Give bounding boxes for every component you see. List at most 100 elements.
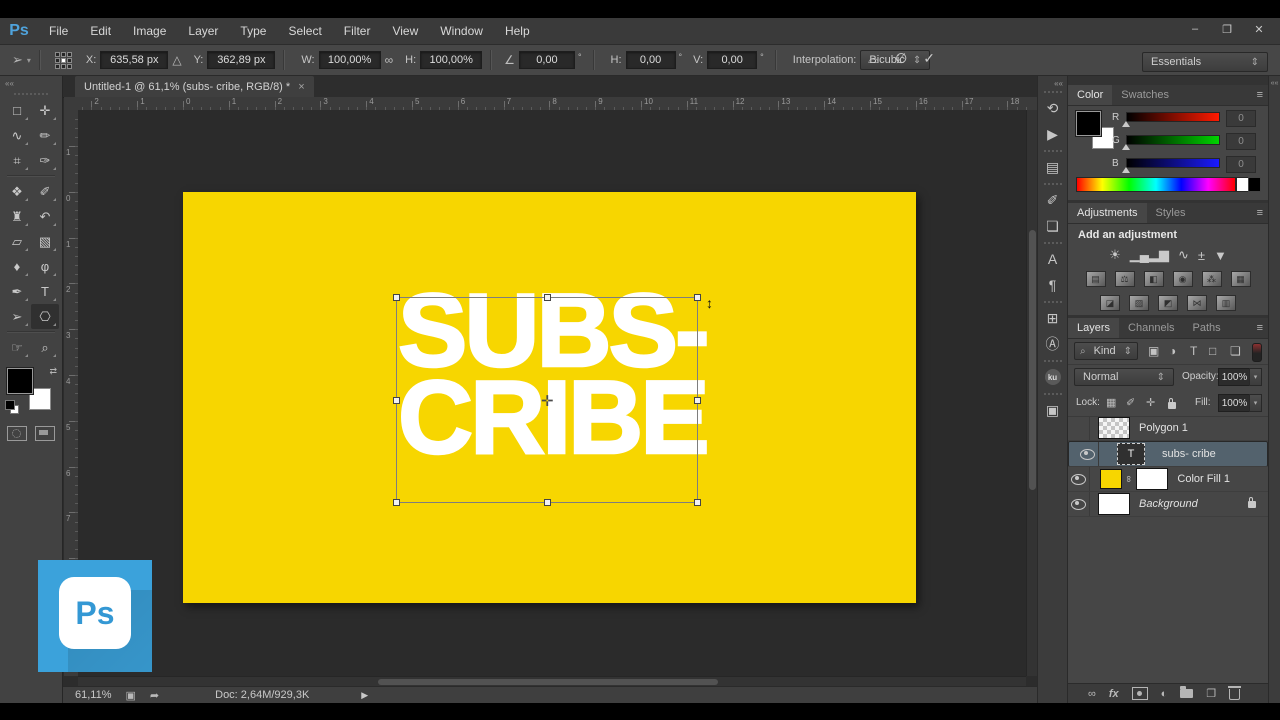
- menu-filter[interactable]: Filter: [333, 18, 382, 45]
- pen-tool[interactable]: ✒: [3, 279, 31, 304]
- brush-panel-icon[interactable]: ✐: [1038, 187, 1067, 213]
- opacity-input[interactable]: 100%: [1218, 368, 1251, 386]
- menu-view[interactable]: View: [381, 18, 429, 45]
- vibrance-icon[interactable]: ▼: [1214, 248, 1227, 263]
- blue-slider-marker[interactable]: [1122, 167, 1130, 173]
- color-lookup-icon[interactable]: ▦: [1230, 271, 1251, 287]
- move-tool[interactable]: ✛: [31, 98, 59, 123]
- green-slider[interactable]: [1126, 135, 1220, 145]
- actions-panel-icon[interactable]: ▶: [1038, 121, 1067, 147]
- h-skew-input[interactable]: 0,00: [625, 51, 676, 69]
- layer-filtering-toggle[interactable]: [1252, 343, 1262, 362]
- visibility-cell[interactable]: [1068, 492, 1090, 516]
- filter-shape-layers-icon[interactable]: □: [1209, 344, 1216, 358]
- layer-row-polygon-1[interactable]: Polygon 1: [1068, 416, 1268, 441]
- photo-filter-icon[interactable]: ◉: [1172, 271, 1193, 287]
- character-panel-icon[interactable]: A: [1038, 246, 1067, 272]
- transform-handle[interactable]: [393, 397, 400, 404]
- black-white-icon[interactable]: ◧: [1143, 271, 1164, 287]
- status-menu-arrow-icon[interactable]: ▶: [361, 690, 368, 701]
- clone-stamp-tool[interactable]: ♜: [3, 204, 31, 229]
- eye-icon[interactable]: [1071, 473, 1086, 485]
- visibility-cell[interactable]: [1068, 467, 1090, 491]
- posterize-icon[interactable]: ▨: [1129, 295, 1149, 311]
- new-group-icon[interactable]: [1180, 686, 1194, 698]
- paragraph-panel-icon[interactable]: ¶: [1038, 272, 1067, 298]
- layer-name[interactable]: Color Fill 1: [1177, 473, 1230, 485]
- transform-handle[interactable]: [393, 499, 400, 506]
- filter-type-layers-icon[interactable]: T: [1190, 344, 1197, 358]
- lock-image-pixels-icon[interactable]: ✐: [1126, 396, 1135, 409]
- curves-icon[interactable]: ∿: [1178, 247, 1189, 263]
- restore-button[interactable]: ❐: [1214, 21, 1240, 37]
- close-tab-icon[interactable]: ×: [298, 81, 304, 93]
- blur-tool[interactable]: ♦: [3, 254, 31, 279]
- menu-help[interactable]: Help: [494, 18, 541, 45]
- lock-position-icon[interactable]: ✛: [1146, 396, 1155, 409]
- maintain-aspect-ratio-icon[interactable]: ∞: [385, 53, 394, 67]
- path-selection-tool[interactable]: ➢: [3, 304, 31, 329]
- minimize-button[interactable]: –: [1182, 21, 1208, 37]
- menu-edit[interactable]: Edit: [79, 18, 122, 45]
- properties-panel-icon[interactable]: ▤: [1038, 154, 1067, 180]
- layer-name[interactable]: subs- cribe: [1162, 448, 1216, 460]
- visibility-cell[interactable]: [1077, 442, 1099, 466]
- tab-color[interactable]: Color: [1068, 85, 1113, 105]
- filter-adjustment-layers-icon[interactable]: ◑: [1169, 344, 1176, 358]
- hue-saturation-icon[interactable]: ▤: [1085, 271, 1106, 287]
- collapse-panels-icon[interactable]: ««: [1269, 76, 1280, 87]
- menu-window[interactable]: Window: [429, 18, 494, 45]
- zoom-tool[interactable]: ⌕: [31, 335, 59, 360]
- fill-input[interactable]: 100%: [1218, 394, 1251, 412]
- transform-handle[interactable]: [544, 499, 551, 506]
- new-adjustment-layer-icon[interactable]: ◐: [1161, 688, 1168, 700]
- blue-slider[interactable]: [1126, 158, 1220, 168]
- spectrum-black-swatch[interactable]: [1248, 177, 1261, 192]
- document-tab[interactable]: Untitled-1 @ 61,1% (subs- cribe, RGB/8) …: [75, 76, 314, 97]
- height-input[interactable]: 100,00%: [420, 51, 483, 69]
- eye-icon[interactable]: [1071, 498, 1086, 510]
- gradient-map-icon[interactable]: ⋈: [1187, 295, 1207, 311]
- filter-pixel-layers-icon[interactable]: ▣: [1148, 344, 1159, 358]
- x-input[interactable]: 635,58 px: [100, 51, 169, 69]
- visibility-cell[interactable]: [1068, 416, 1090, 440]
- character-styles-panel-icon[interactable]: Ⓐ: [1038, 331, 1067, 357]
- eyedropper-tool[interactable]: ✑: [31, 148, 59, 173]
- paint-bucket-tool[interactable]: ▧: [31, 229, 59, 254]
- tab-channels[interactable]: Channels: [1119, 318, 1183, 338]
- crop-tool[interactable]: ⌗: [3, 148, 31, 173]
- layer-name[interactable]: Background: [1139, 498, 1198, 510]
- v-skew-input[interactable]: 0,00: [707, 51, 758, 69]
- layer-row-background[interactable]: Background: [1068, 492, 1268, 517]
- tab-adjustments[interactable]: Adjustments: [1068, 203, 1147, 223]
- document-size-info[interactable]: Doc: 2,64M/929,3K: [215, 689, 309, 701]
- rectangular-marquee-tool[interactable]: □: [3, 98, 31, 123]
- relative-position-icon[interactable]: △: [172, 53, 181, 67]
- threshold-icon[interactable]: ◩: [1158, 295, 1178, 311]
- transform-handle[interactable]: [694, 397, 701, 404]
- menu-image[interactable]: Image: [122, 18, 177, 45]
- transform-handle[interactable]: [544, 294, 551, 301]
- rotation-input[interactable]: 0,00: [518, 51, 575, 69]
- swap-colors-icon[interactable]: ⇄: [49, 366, 57, 377]
- layer-thumbnail[interactable]: [1098, 493, 1130, 515]
- layer-mask-thumbnail[interactable]: [1136, 468, 1169, 490]
- mini-bridge-panel-icon[interactable]: ▣: [1038, 397, 1067, 423]
- workspace-select[interactable]: Essentials ⇕: [1142, 52, 1268, 72]
- zoom-level[interactable]: 61,11%: [75, 689, 112, 701]
- tab-layers[interactable]: Layers: [1068, 318, 1120, 338]
- selective-color-icon[interactable]: ▥: [1216, 295, 1236, 311]
- default-colors-icon[interactable]: [5, 400, 19, 414]
- green-slider-marker[interactable]: [1122, 144, 1130, 150]
- live-preview-icon[interactable]: ▣: [126, 689, 136, 702]
- fill-dropdown-icon[interactable]: ▾: [1249, 394, 1262, 412]
- green-value[interactable]: 0: [1226, 133, 1256, 150]
- color-spectrum-bar[interactable]: [1076, 177, 1236, 192]
- close-button[interactable]: ✕: [1246, 21, 1272, 37]
- quick-mask-icon[interactable]: [7, 426, 27, 441]
- quick-selection-tool[interactable]: ✏: [31, 123, 59, 148]
- red-slider-marker[interactable]: [1122, 121, 1130, 127]
- red-slider[interactable]: [1126, 112, 1220, 122]
- type-tool[interactable]: T: [31, 279, 59, 304]
- collapse-tools-icon[interactable]: ««: [0, 76, 62, 88]
